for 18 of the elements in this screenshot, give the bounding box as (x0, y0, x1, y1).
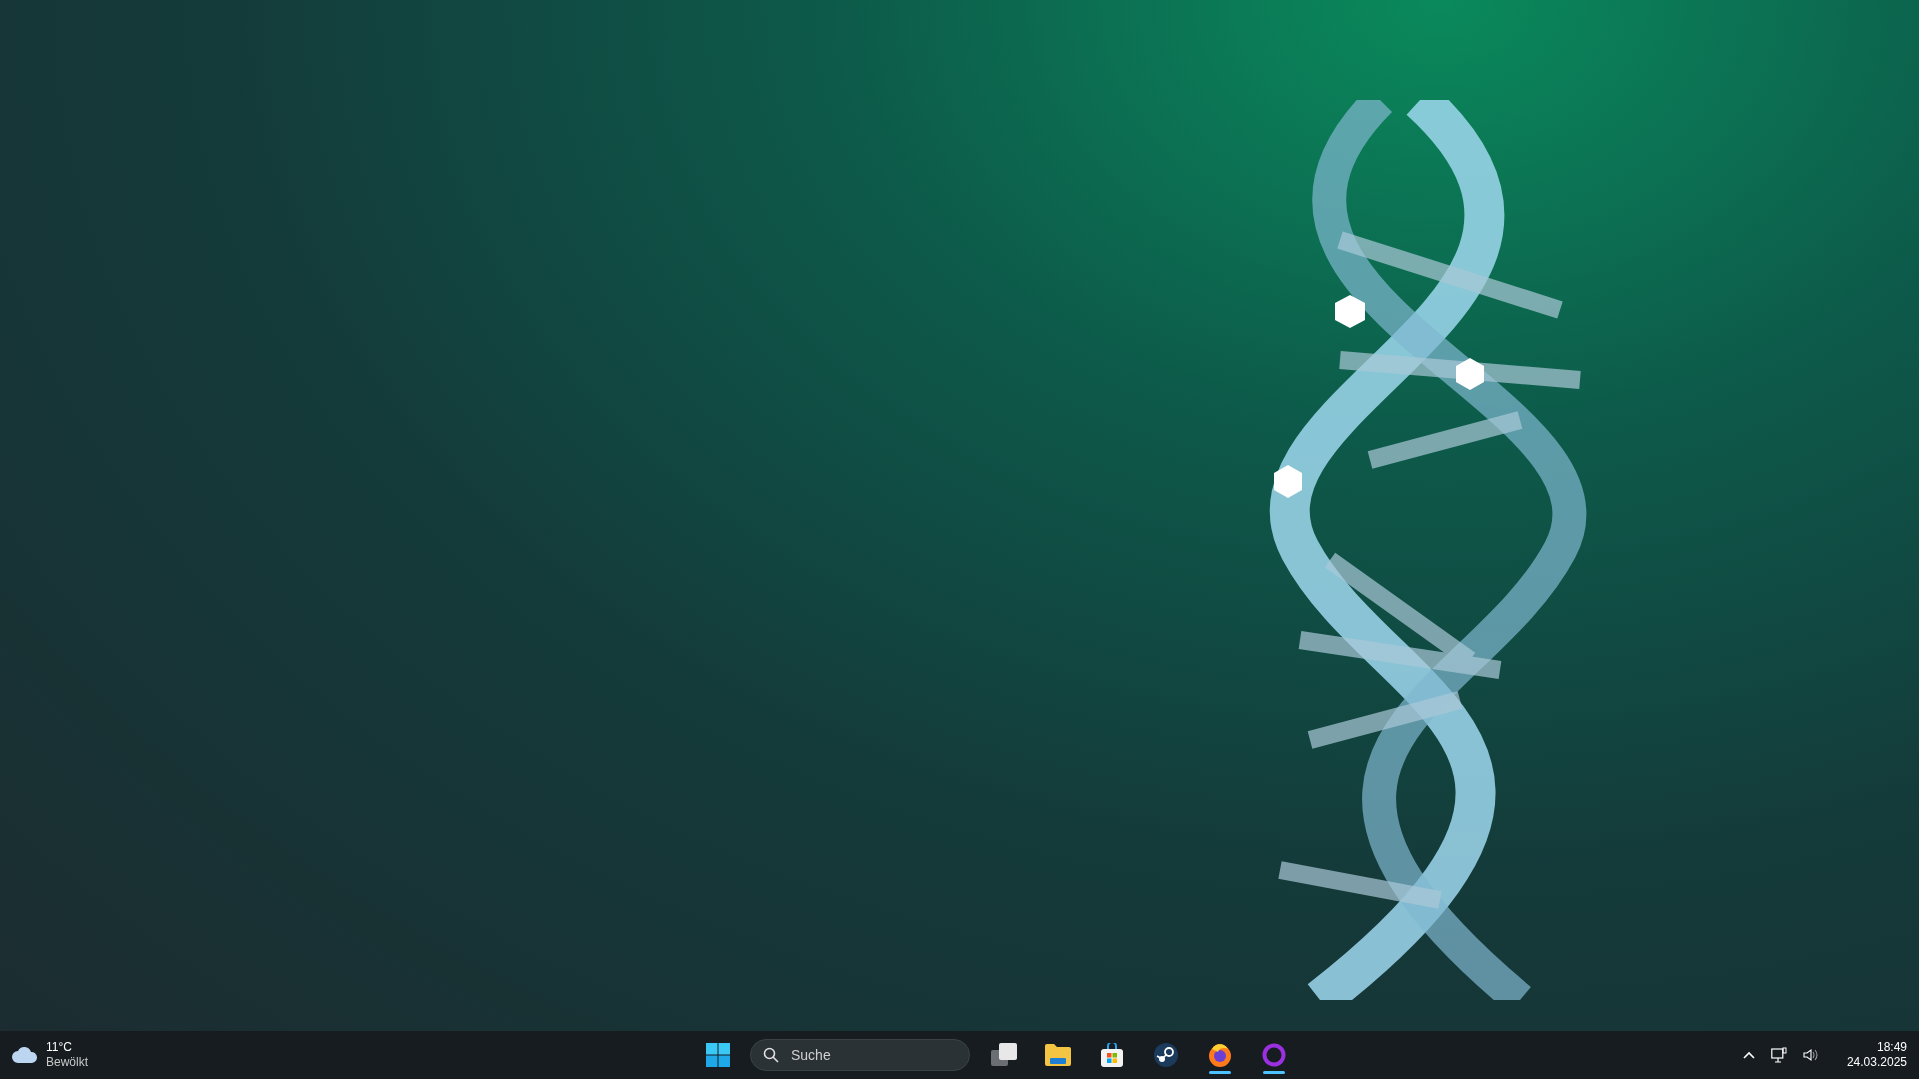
search-icon (763, 1047, 779, 1063)
windows-stack-icon (991, 1043, 1017, 1067)
weather-condition: Bewölkt (46, 1055, 89, 1070)
fox-globe-icon (1208, 1043, 1232, 1067)
network-icon (1770, 1047, 1787, 1063)
steam-icon (1154, 1043, 1178, 1067)
search-field[interactable]: Suche (750, 1039, 970, 1071)
windows-logo-icon (706, 1043, 730, 1067)
clock-time[interactable]: 18:49 (1876, 1040, 1907, 1055)
clock-date[interactable]: 24.03.2025 (1846, 1055, 1907, 1070)
search-input[interactable]: Suche (791, 1044, 941, 1066)
shopping-bag-icon (1100, 1043, 1124, 1067)
ring-icon (1262, 1043, 1286, 1067)
weather-temperature: 11°C (46, 1040, 73, 1055)
speaker-icon (1802, 1048, 1819, 1062)
folder-icon (1045, 1044, 1071, 1066)
chevron-up-icon (1742, 1051, 1755, 1059)
cloud-icon (12, 1047, 38, 1063)
